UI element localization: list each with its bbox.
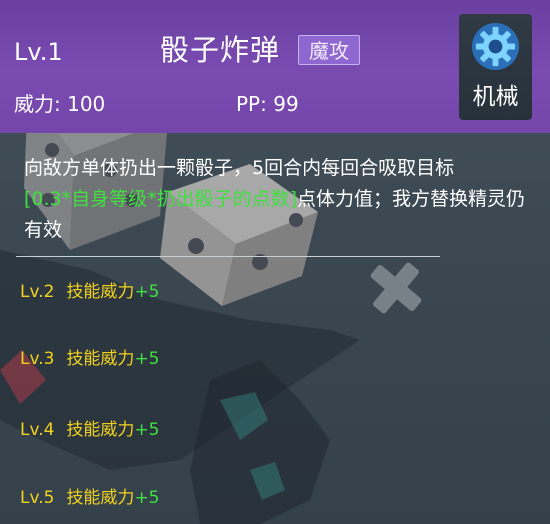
upgrade-level: Lv.4	[20, 420, 55, 440]
upgrade-text: 技能威力	[66, 488, 135, 508]
upgrade-bonus: +5	[134, 349, 160, 369]
upgrade-bonus: +5	[134, 488, 160, 508]
upgrade-level: Lv.3	[20, 349, 55, 369]
skill-type-badge: 机械	[459, 14, 532, 120]
upgrade-level: Lv.5	[20, 488, 55, 508]
upgrade-row: Lv.5 技能威力+5	[20, 486, 160, 510]
skill-level: Lv.1	[14, 38, 63, 66]
upgrade-bonus: +5	[134, 282, 160, 302]
skill-description: 向敌方单体扔出一颗骰子，5回合内每回合吸取目标 [0.3*自身等级*扔出骰子的点数…	[24, 153, 544, 246]
upgrade-row: Lv.2 技能威力+5	[20, 280, 160, 304]
description-formula: [0.3*自身等级*扔出骰子的点数]	[24, 188, 298, 210]
gear-icon	[471, 22, 520, 71]
skill-name: 骰子炸弹	[160, 33, 281, 67]
divider	[16, 256, 440, 257]
skill-type-label: 机械	[472, 84, 519, 110]
skill-header: Lv.1 骰子炸弹 魔攻 威力: 100 PP: 99 机械	[0, 0, 550, 133]
upgrade-text: 技能威力	[66, 420, 135, 440]
upgrade-bonus: +5	[134, 420, 160, 440]
skill-power: 威力: 100	[14, 92, 106, 116]
description-text: 向敌方单体扔出一颗骰子，5回合内每回合吸取目标	[24, 157, 455, 179]
skill-category-badge: 魔攻	[298, 35, 360, 65]
upgrade-text: 技能威力	[66, 349, 135, 369]
upgrade-row: Lv.4 技能威力+5	[20, 418, 160, 442]
upgrade-row: Lv.3 技能威力+5	[20, 347, 160, 371]
upgrade-text: 技能威力	[66, 282, 135, 302]
skill-card: Lv.1 骰子炸弹 魔攻 威力: 100 PP: 99 机械 向敌方单体扔出一颗…	[0, 0, 550, 524]
upgrade-level: Lv.2	[20, 282, 55, 302]
skill-pp: PP: 99	[236, 92, 299, 116]
